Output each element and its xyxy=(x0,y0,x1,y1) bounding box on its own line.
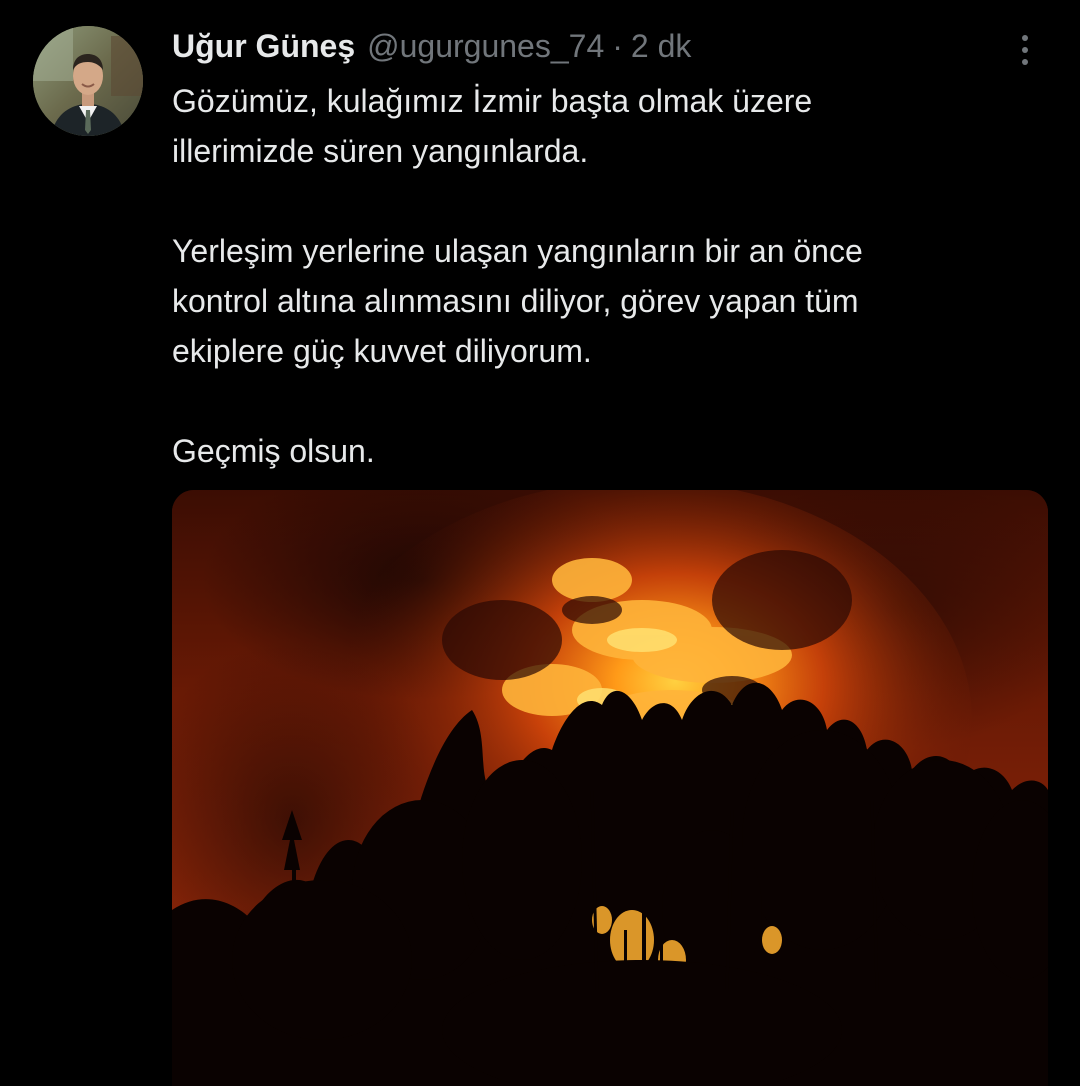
user-handle[interactable]: @ugurgunes_74 xyxy=(367,28,604,65)
tweet-text: Gözümüz, kulağımız İzmir başta olmak üze… xyxy=(172,76,1032,476)
tweet-paragraph: Geçmiş olsun. xyxy=(172,433,375,469)
tweet-media[interactable] xyxy=(172,490,1048,1086)
more-vertical-icon[interactable] xyxy=(1010,30,1040,70)
avatar[interactable] xyxy=(33,26,143,136)
tweet-paragraph: Gözümüz, kulağımız İzmir başta olmak üze… xyxy=(172,83,813,169)
wildfire-photo xyxy=(172,490,1048,1086)
more-dot xyxy=(1022,47,1028,53)
tweet-header: Uğur Güneş @ugurgunes_74 · 2 dk xyxy=(172,24,691,68)
timestamp[interactable]: 2 dk xyxy=(631,28,691,65)
tweet-paragraph: Yerleşim yerlerine ulaşan yangınların bi… xyxy=(172,233,863,369)
more-dot xyxy=(1022,35,1028,41)
tweet[interactable]: Uğur Güneş @ugurgunes_74 · 2 dk Gözümüz,… xyxy=(0,0,1080,1086)
more-dot xyxy=(1022,59,1028,65)
display-name[interactable]: Uğur Güneş xyxy=(172,28,355,65)
header-separator: · xyxy=(612,27,623,64)
avatar-image xyxy=(33,26,143,136)
